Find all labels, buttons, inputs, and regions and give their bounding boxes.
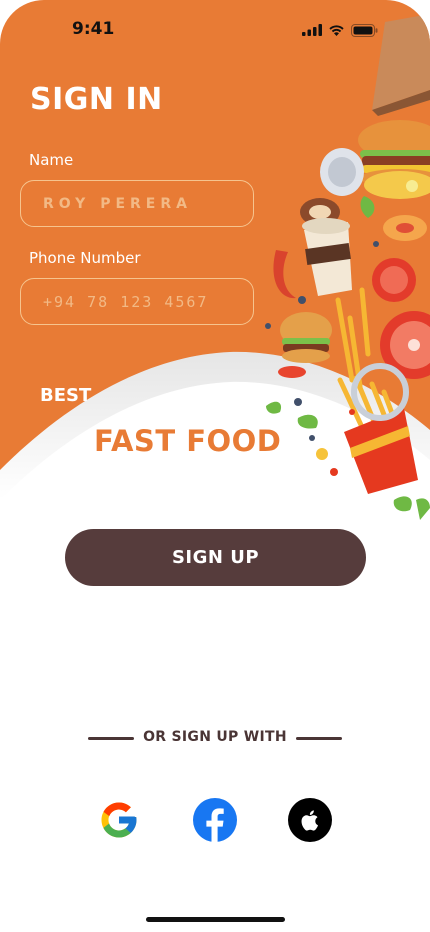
tagline-best: BEST — [40, 385, 92, 406]
google-sign-up-button[interactable] — [96, 797, 142, 843]
apple-icon — [288, 798, 332, 842]
status-time: 9:41 — [72, 19, 115, 39]
name-field[interactable] — [20, 180, 254, 227]
phone-field[interactable] — [20, 278, 254, 325]
divider-line-right — [296, 737, 342, 740]
name-input[interactable] — [21, 181, 253, 226]
home-indicator[interactable] — [146, 917, 285, 922]
facebook-icon — [193, 798, 237, 842]
phone-label: Phone Number — [29, 249, 141, 267]
google-icon — [101, 802, 137, 838]
apple-sign-up-button[interactable] — [287, 797, 333, 843]
tagline-fast-food: FAST FOOD — [94, 424, 282, 458]
name-label: Name — [29, 151, 74, 169]
sign-up-button[interactable]: SIGN UP — [65, 529, 366, 586]
page-title: SIGN IN — [30, 82, 163, 117]
sign-in-screen: 9:41 SIGN IN Name ROY PERERA Phone Numbe… — [0, 0, 430, 932]
phone-input[interactable] — [21, 279, 253, 324]
facebook-sign-up-button[interactable] — [192, 797, 238, 843]
social-divider: OR SIGN UP WITH — [88, 728, 342, 748]
